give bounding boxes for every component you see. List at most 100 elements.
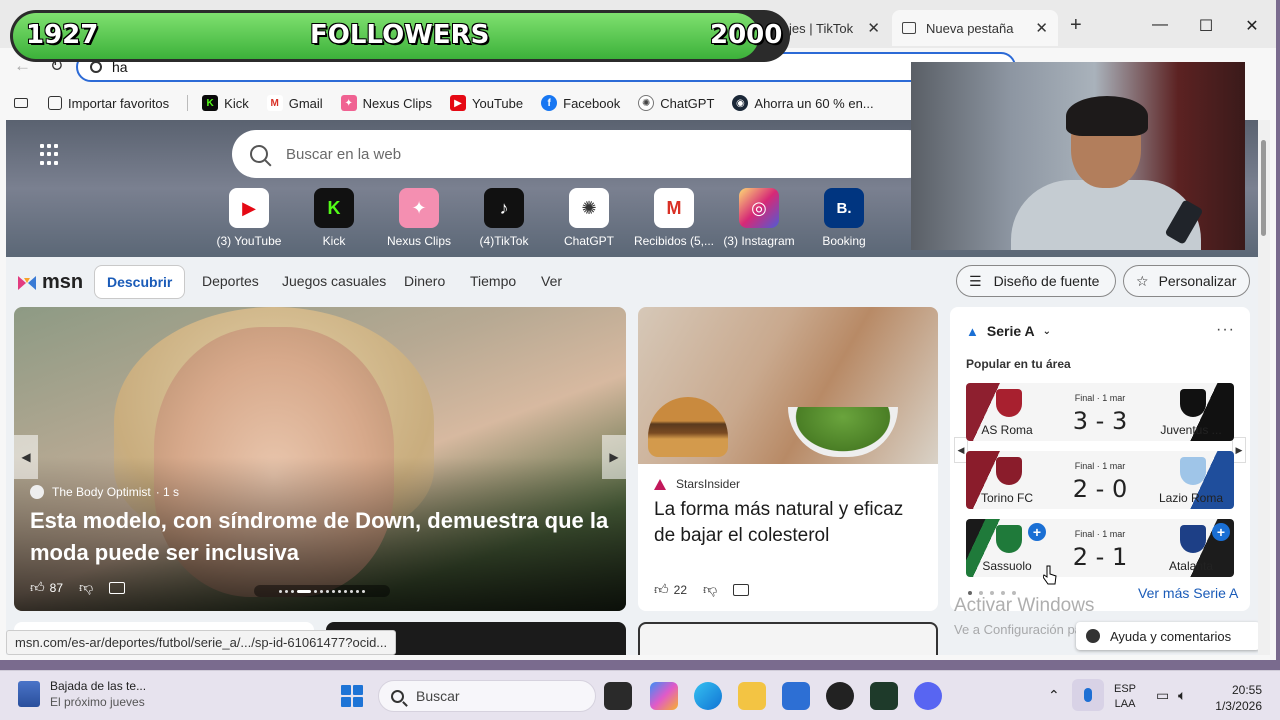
article-card[interactable]: StarsInsider La forma más natural y efic…	[638, 307, 938, 611]
obs-icon[interactable]	[826, 682, 854, 710]
fav-youtube[interactable]: ▶ YouTube	[450, 95, 523, 111]
more-options-icon[interactable]: ···	[1216, 321, 1235, 339]
fav-nexus[interactable]: ✦ Nexus Clips	[340, 95, 433, 111]
comment-button[interactable]	[733, 583, 750, 596]
league-selector[interactable]: ▲ Serie A ⌄	[966, 323, 1051, 339]
fav-label: Importar favoritos	[68, 95, 170, 111]
language-indicator[interactable]: ESP LAA	[1114, 682, 1136, 712]
volume-icon[interactable]: 🔈︎	[1178, 687, 1186, 704]
msn-butterfly-icon	[16, 274, 38, 292]
quicklink-gmail[interactable]: M Recibidos (5,...	[629, 188, 719, 248]
msn-logo[interactable]: msn	[16, 271, 83, 294]
web-search-box[interactable]: Buscar en la web	[232, 130, 932, 178]
chevron-down-icon: ⌄	[1042, 325, 1051, 337]
see-more-serie-a-link[interactable]: Ver más Serie A	[1138, 585, 1238, 601]
chevron-up-icon[interactable]: ⌃	[1048, 687, 1060, 704]
clock[interactable]: 20:55 1/3/2026	[1200, 682, 1262, 714]
hero-title[interactable]: Esta modelo, con síndrome de Down, demue…	[30, 505, 620, 569]
match-card[interactable]: AS Roma Juventus ... Final · 1 mar 3 - 3	[966, 383, 1234, 441]
like-button[interactable]: 👍︎ 22	[654, 581, 687, 598]
dislike-button[interactable]: 👎︎	[703, 581, 717, 598]
quicklink-chatgpt[interactable]: ✺ ChatGPT	[544, 188, 634, 248]
hero-article[interactable]: ◀ ▶ The Body Optimist · 1 s Esta modelo,…	[14, 307, 626, 611]
edge-icon[interactable]	[694, 682, 722, 710]
article-title[interactable]: La forma más natural y eficaz de bajar e…	[654, 497, 929, 549]
tab-descubrir[interactable]: Descubrir	[94, 265, 186, 299]
store-icon[interactable]	[782, 682, 810, 710]
fav-import[interactable]: Importar favoritos	[48, 96, 169, 111]
network-icon[interactable]: ▭	[1156, 687, 1169, 704]
fav-facebook[interactable]: f Facebook	[541, 95, 620, 111]
quicklink-kick[interactable]: K Kick	[289, 188, 379, 248]
popular-label: Popular en tu área	[966, 357, 1071, 371]
close-icon[interactable]: ✕	[1035, 19, 1048, 37]
followers-goal-bar: 1927 FOLLOWERS 2000	[10, 10, 790, 62]
tab-deportes[interactable]: Deportes	[202, 273, 259, 289]
tab-tiempo[interactable]: Tiempo	[470, 273, 516, 289]
widget-next-icon[interactable]: ▶	[1232, 437, 1246, 463]
carousel-dots[interactable]	[254, 585, 390, 597]
salad-image	[788, 407, 898, 457]
search-icon	[391, 689, 404, 703]
feedback-label: Ayuda y comentarios	[1110, 628, 1232, 644]
new-tab-icon	[902, 22, 916, 34]
quicklink-booking[interactable]: B. Booking	[799, 188, 889, 248]
personalize-button[interactable]: ☆ Personalizar	[1123, 265, 1250, 297]
fav-kick[interactable]: K Kick	[202, 95, 249, 111]
file-explorer-icon[interactable]	[738, 682, 766, 710]
maximize-icon[interactable]: ☐	[1196, 16, 1216, 36]
scrollbar[interactable]	[1258, 120, 1270, 655]
scrollbar-thumb[interactable]	[1261, 140, 1266, 236]
quicklink-nexus[interactable]: ✦ Nexus Clips	[374, 188, 464, 248]
new-tab-plus-icon[interactable]: +	[1070, 14, 1082, 37]
minimize-icon[interactable]: —	[1150, 16, 1170, 34]
streaming-app-icon[interactable]	[870, 682, 898, 710]
steam-icon: ◉	[732, 95, 749, 111]
quicklink-tiktok[interactable]: ♪ (4)TikTok	[459, 188, 549, 248]
match-card[interactable]: + + Sassuolo Atalanta Final · 1 mar 2 - …	[966, 519, 1234, 577]
comment-button[interactable]	[109, 581, 126, 594]
keyboard-layout: LAA	[1114, 698, 1136, 710]
quicklink-youtube[interactable]: ▶ (3) YouTube	[204, 188, 294, 248]
clock-date: 1/3/2026	[1215, 699, 1262, 713]
close-window-icon[interactable]: ✕	[1242, 16, 1262, 36]
tab-new[interactable]: Nueva pestaña ✕	[892, 10, 1058, 46]
webcam-person-body	[1011, 180, 1201, 250]
tab-juegos-casuales[interactable]: Juegos casuales	[282, 273, 386, 289]
close-icon[interactable]: ✕	[867, 19, 880, 37]
burger-image	[648, 397, 728, 457]
like-button[interactable]: 👍︎ 87	[30, 579, 63, 596]
fav-steam[interactable]: ◉ Ahorra un 60 % en...	[732, 95, 874, 111]
fav-gmail[interactable]: M Gmail	[266, 95, 323, 111]
apps-grid-icon[interactable]	[40, 144, 62, 166]
carousel-next-icon[interactable]: ▶	[602, 435, 626, 479]
source-time: · 1 s	[155, 485, 180, 499]
font-design-button[interactable]: ☰ Diseño de fuente	[956, 265, 1116, 297]
weather-icon	[18, 681, 40, 707]
taskbar-search[interactable]: Buscar	[378, 680, 596, 712]
carousel-prev-icon[interactable]: ◀	[14, 435, 38, 479]
start-button[interactable]	[341, 685, 363, 707]
copilot-icon[interactable]	[650, 682, 678, 710]
dislike-button[interactable]: 👎︎	[79, 579, 93, 596]
follow-plus-icon[interactable]: +	[1028, 523, 1046, 541]
webcam-person-hair	[1066, 96, 1148, 136]
microphone-icon[interactable]	[1072, 679, 1104, 711]
follow-plus-icon[interactable]: +	[1212, 523, 1230, 541]
fav-chatgpt[interactable]: ✺ ChatGPT	[638, 95, 714, 111]
task-view-icon[interactable]	[604, 682, 632, 710]
tab-dinero[interactable]: Dinero	[404, 273, 445, 289]
feedback-button[interactable]: Ayuda y comentarios	[1076, 622, 1260, 650]
msn-logo-text: msn	[42, 271, 84, 293]
discord-icon[interactable]	[914, 682, 942, 710]
quicklink-instagram[interactable]: ◎ (3) Instagram	[714, 188, 804, 248]
source-name: StarsInsider	[676, 477, 741, 491]
weather-widget[interactable]: Bajada de las te... El próximo jueves	[18, 679, 146, 709]
thumbs-down-icon: 👎︎	[79, 579, 94, 595]
fav-label: Nexus Clips	[362, 95, 433, 111]
tab-ver[interactable]: Ver	[541, 273, 562, 289]
match-status: Final · 1 mar	[1074, 393, 1126, 403]
match-card[interactable]: Torino FC Lazio Roma Final · 1 mar 2 - 0	[966, 451, 1234, 509]
collections-icon[interactable]	[14, 98, 28, 108]
article-card-partial[interactable]	[638, 622, 938, 655]
